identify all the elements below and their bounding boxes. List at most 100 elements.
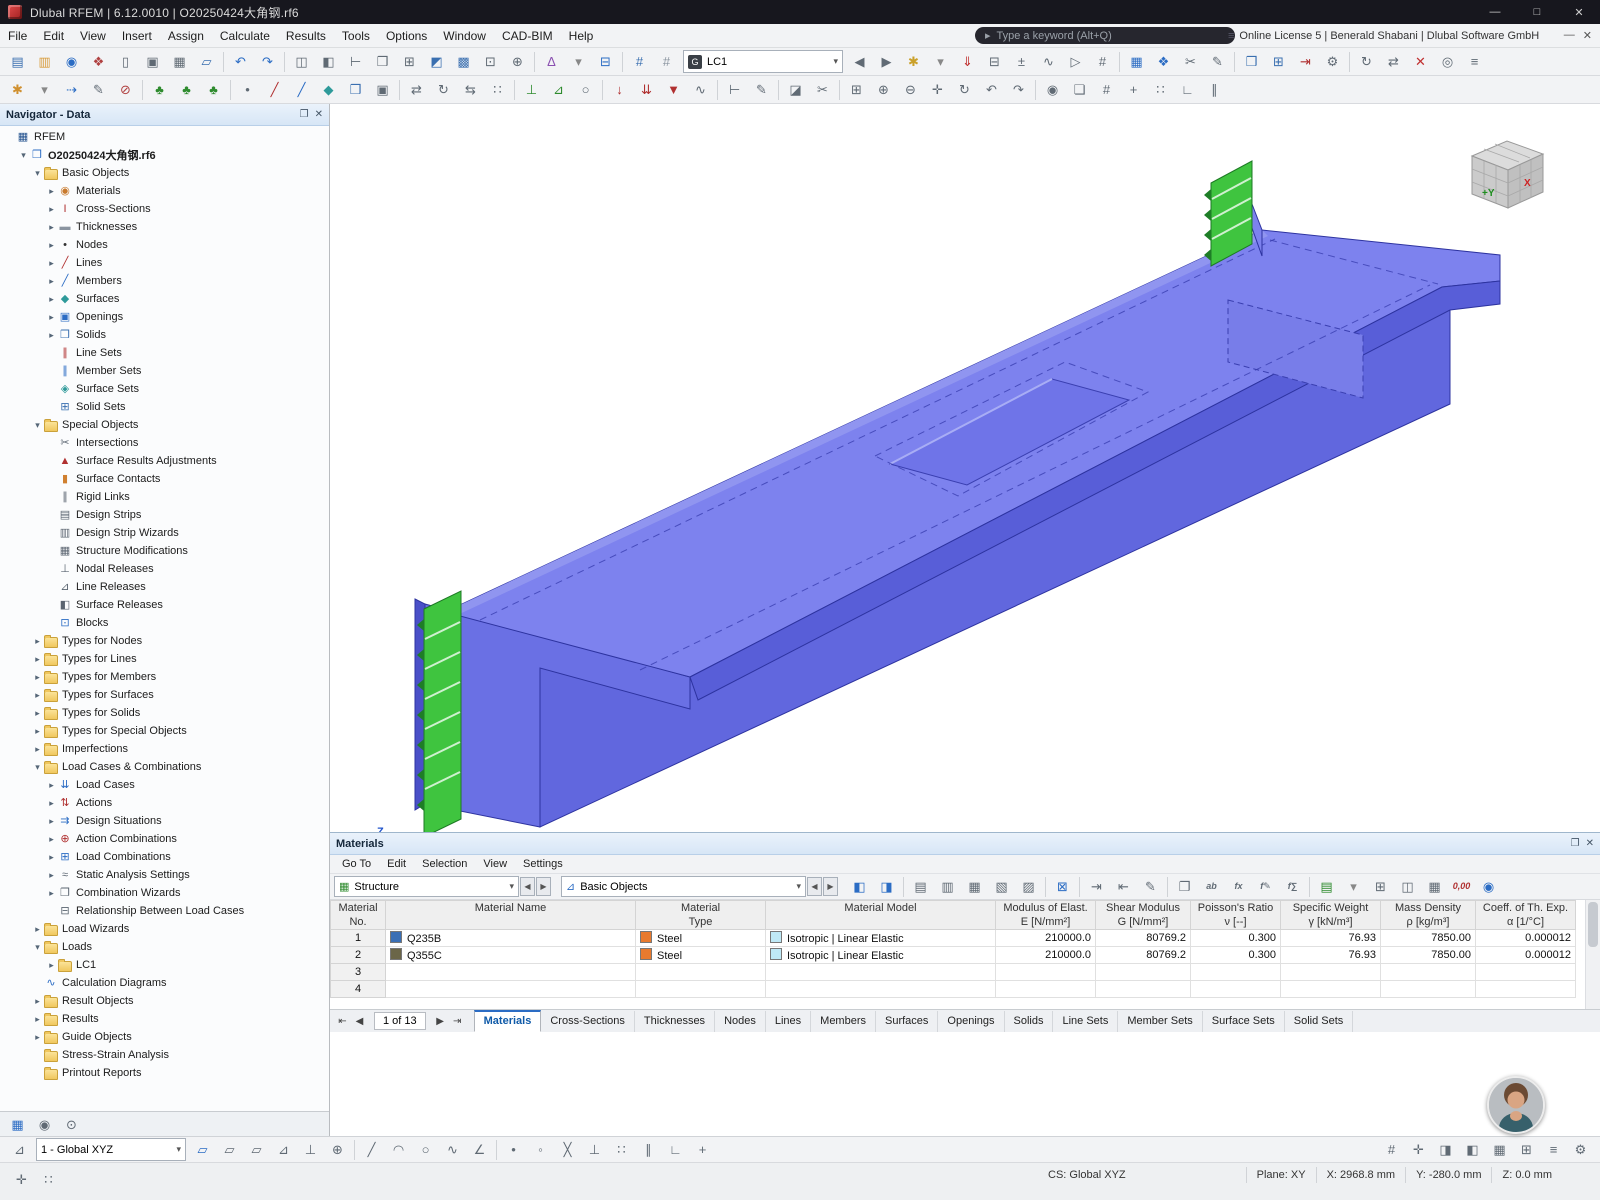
arc-tool-button[interactable]: ◠ <box>386 1137 411 1162</box>
expand-arrow-icon[interactable]: ▸ <box>32 708 43 719</box>
units-settings-button[interactable]: ⚙ <box>1320 49 1345 74</box>
visibility-button[interactable]: ◉ <box>1040 77 1065 102</box>
collapse-arrow-icon[interactable]: ▾ <box>32 168 43 179</box>
tree-item-loads[interactable]: ▾ Loads <box>0 938 329 956</box>
status-grid-button[interactable]: ∷ <box>36 1167 61 1192</box>
first-table-button[interactable]: ⇤ <box>334 1013 351 1030</box>
generate-structure-1-button[interactable]: ♣ <box>147 77 172 102</box>
view-list-button[interactable]: ≡ <box>1541 1137 1566 1162</box>
display-properties-button[interactable]: ▩ <box>451 49 476 74</box>
printout-report-button[interactable]: ▱ <box>194 49 219 74</box>
materials-menu-selection[interactable]: Selection <box>414 858 475 870</box>
table-view-4-button[interactable]: ▧ <box>989 874 1014 899</box>
camera-view-button[interactable]: ◎ <box>1435 49 1460 74</box>
tree-item-load-wizards[interactable]: ▸ Load Wizards <box>0 920 329 938</box>
plane-3-points-button[interactable]: ⊿ <box>271 1137 296 1162</box>
table-view-2-button[interactable]: ▥ <box>935 874 960 899</box>
menu-cad-bim[interactable]: CAD-BIM <box>494 24 561 48</box>
prev-table-button[interactable]: ◀ <box>351 1013 368 1030</box>
cell-model[interactable] <box>765 963 996 981</box>
tree-item-types-for-special-objects[interactable]: ▸ Types for Special Objects <box>0 722 329 740</box>
tree-item-blocks[interactable]: ⊡ Blocks <box>0 614 329 632</box>
snap-more-button[interactable]: + <box>690 1137 715 1162</box>
cell-al2[interactable] <box>1475 963 1576 981</box>
table-view-3-button[interactable]: ▦ <box>962 874 987 899</box>
chevron-down-icon[interactable]: ▾ <box>833 56 838 67</box>
tree-item-load-combinations[interactable]: ▸ ⊞ Load Combinations <box>0 848 329 866</box>
cell-no[interactable]: 2 <box>330 946 386 964</box>
open-file-button[interactable]: ▥ <box>32 49 57 74</box>
background-settings-button[interactable]: ▦ <box>1487 1137 1512 1162</box>
cell-name[interactable] <box>385 980 636 998</box>
isometric-view-button[interactable]: ◩ <box>424 49 449 74</box>
expand-arrow-icon[interactable]: ▸ <box>32 636 43 647</box>
tree-item-result-objects[interactable]: ▸ Result Objects <box>0 992 329 1010</box>
expand-arrow-icon[interactable]: ▸ <box>32 672 43 683</box>
cut-graphic-button[interactable]: ✂ <box>1178 49 1203 74</box>
cell-no[interactable]: 1 <box>330 929 386 947</box>
rotate-objects-button[interactable]: ↻ <box>431 77 456 102</box>
expand-arrow-icon[interactable]: ▸ <box>32 924 43 935</box>
collapse-arrow-icon[interactable]: ▾ <box>32 420 43 431</box>
cell-model[interactable]: Isotropic | Linear Elastic <box>765 946 996 964</box>
tab-member-sets[interactable]: Member Sets <box>1118 1010 1203 1032</box>
settings-gear-button[interactable]: ⚙ <box>1568 1137 1593 1162</box>
table-window-button[interactable]: ❐ <box>1172 874 1197 899</box>
expand-arrow-icon[interactable]: ▸ <box>32 726 43 737</box>
member-load-button[interactable]: ⇊ <box>634 77 659 102</box>
show-results-button[interactable]: ⇓ <box>955 49 980 74</box>
dimensions-button[interactable]: ⊢ <box>343 49 368 74</box>
export-table-button[interactable]: ⇤ <box>1111 874 1136 899</box>
axes-orientation-button[interactable]: ⊥ <box>298 1137 323 1162</box>
structure-next-button[interactable]: ▶ <box>536 877 551 896</box>
tree-item-rigid-links[interactable]: ∥ Rigid Links <box>0 488 329 506</box>
tree-item-cross-sections[interactable]: ▸ I Cross-Sections <box>0 200 329 218</box>
surface-load-button[interactable]: ▼ <box>661 77 686 102</box>
expand-arrow-icon[interactable]: ▸ <box>46 780 57 791</box>
tree-item-solid-sets[interactable]: ⊞ Solid Sets <box>0 398 329 416</box>
viewport-canvas[interactable]: Z Y X +Y X <box>330 104 1600 936</box>
tree-item-load-cases[interactable]: ▸ ⇊ Load Cases <box>0 776 329 794</box>
view-xy-button[interactable]: ◫ <box>289 49 314 74</box>
panel-toggle-button[interactable]: ⊟ <box>593 49 618 74</box>
grid-display-button[interactable]: ∷ <box>1148 77 1173 102</box>
expand-arrow-icon[interactable]: ▸ <box>46 186 57 197</box>
tree-item-surface-sets[interactable]: ◈ Surface Sets <box>0 380 329 398</box>
model-manager-button[interactable]: ❖ <box>86 49 111 74</box>
expand-arrow-icon[interactable]: ▸ <box>32 690 43 701</box>
set-origin-button[interactable]: ⊕ <box>325 1137 350 1162</box>
table-info-button[interactable]: ◉ <box>1476 874 1501 899</box>
cell-al2[interactable] <box>1475 980 1576 998</box>
tree-item-relationship-between-load-cases[interactable]: ⊟ Relationship Between Load Cases <box>0 902 329 920</box>
color-scale-button[interactable]: ▤ <box>1314 874 1339 899</box>
cell-no[interactable]: 4 <box>330 980 386 998</box>
tree-item-member-sets[interactable]: ∥ Member Sets <box>0 362 329 380</box>
result-values-button[interactable]: ± <box>1009 49 1034 74</box>
center-view-button[interactable]: ⊕ <box>505 49 530 74</box>
tree-item-members[interactable]: ▸ ╱ Members <box>0 272 329 290</box>
check-model-arrow-button[interactable]: ▾ <box>566 49 591 74</box>
cell-e[interactable] <box>995 980 1096 998</box>
objects-prev-button[interactable]: ◀ <box>807 877 822 896</box>
print-preview-button[interactable]: ▯ <box>113 49 138 74</box>
snap-intersections-button[interactable]: ╳ <box>555 1137 580 1162</box>
insert-block-button[interactable]: ⊞ <box>1266 49 1291 74</box>
coordinate-system-combobox[interactable]: 1 - Global XYZ ▾ <box>36 1138 186 1161</box>
array-objects-button[interactable]: ∷ <box>485 77 510 102</box>
fe-mesh-settings-button[interactable]: # <box>654 49 679 74</box>
tree-item-nodes[interactable]: ▸ • Nodes <box>0 236 329 254</box>
tree-item-load-cases-combinations[interactable]: ▾ Load Cases & Combinations <box>0 758 329 776</box>
collapse-arrow-icon[interactable]: ▾ <box>32 942 43 953</box>
rename-abc-button[interactable]: ab <box>1199 874 1224 899</box>
mirror-objects-button[interactable]: ⇆ <box>458 77 483 102</box>
snap-nodes-button[interactable]: • <box>501 1137 526 1162</box>
polyline-tool-button[interactable]: ∠ <box>467 1137 492 1162</box>
navigator-views-tab-button[interactable]: ⊙ <box>59 1112 84 1137</box>
expand-arrow-icon[interactable]: ▸ <box>32 744 43 755</box>
structure-filter-combobox[interactable]: ▦ Structure ▾ <box>334 876 519 897</box>
tree-item-design-strips[interactable]: ▤ Design Strips <box>0 506 329 524</box>
tree-item-design-strip-wizards[interactable]: ▥ Design Strip Wizards <box>0 524 329 542</box>
new-line-button[interactable]: ╱ <box>262 77 287 102</box>
select-special-button[interactable]: ✱ <box>5 77 30 102</box>
keyword-search-input[interactable]: ▸ Type a keyword (Alt+Q) <box>975 27 1235 44</box>
